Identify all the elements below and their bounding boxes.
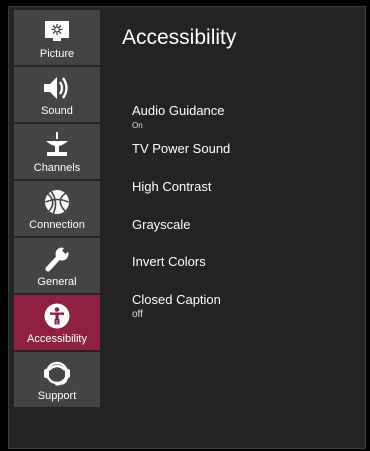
sidebar-item-sound[interactable]: Sound [14,67,100,124]
menu-item-invert-colors[interactable]: Invert Colors [132,254,352,269]
sidebar-item-label: Support [37,390,77,402]
antenna-icon [14,130,100,160]
sidebar-item-general[interactable]: General [14,238,100,295]
menu-item-value: off [132,309,143,320]
menu-item-tv-power-sound[interactable]: TV Power Sound [132,141,352,156]
menu-item-label: High Contrast [132,179,212,194]
menu-item-label: TV Power Sound [132,141,231,156]
picture-icon [14,16,100,46]
menu-item-label: Invert Colors [132,254,206,269]
sidebar-item-label: Accessibility [27,333,87,345]
accessibility-icon [14,301,100,331]
sidebar-item-support[interactable]: Support [14,352,100,409]
speaker-icon [14,73,100,103]
sidebar-item-label: Channels [33,162,81,174]
menu-item-label: Audio Guidance [132,103,225,118]
menu-item-grayscale[interactable]: Grayscale [132,217,352,232]
sidebar-item-label: General [37,276,77,288]
sidebar-item-accessibility[interactable]: Accessibility [14,295,100,352]
sidebar-item-picture[interactable]: Picture [14,10,100,67]
sidebar-item-label: Connection [29,219,85,231]
sidebar-item-channels[interactable]: Channels [14,124,100,181]
wrench-icon [14,244,100,274]
page-title: Accessibility [122,26,237,49]
globe-icon [14,187,100,217]
menu-item-audio-guidance[interactable]: Audio Guidance On [132,103,352,130]
menu-item-label: Closed Caption [132,292,221,307]
menu-item-high-contrast[interactable]: High Contrast [132,179,352,194]
menu-item-label: Grayscale [132,217,191,232]
headset-icon [14,358,100,388]
sidebar-item-connection[interactable]: Connection [14,181,100,238]
menu-item-value: On [132,121,143,130]
tv-settings-screen: Picture Sound Channels Connection Genera… [0,0,370,451]
menu-item-closed-caption[interactable]: Closed Caption off [132,292,352,320]
settings-sidebar: Picture Sound Channels Connection Genera… [14,10,100,409]
sidebar-item-label: Picture [39,48,75,60]
sidebar-item-label: Sound [41,105,73,117]
